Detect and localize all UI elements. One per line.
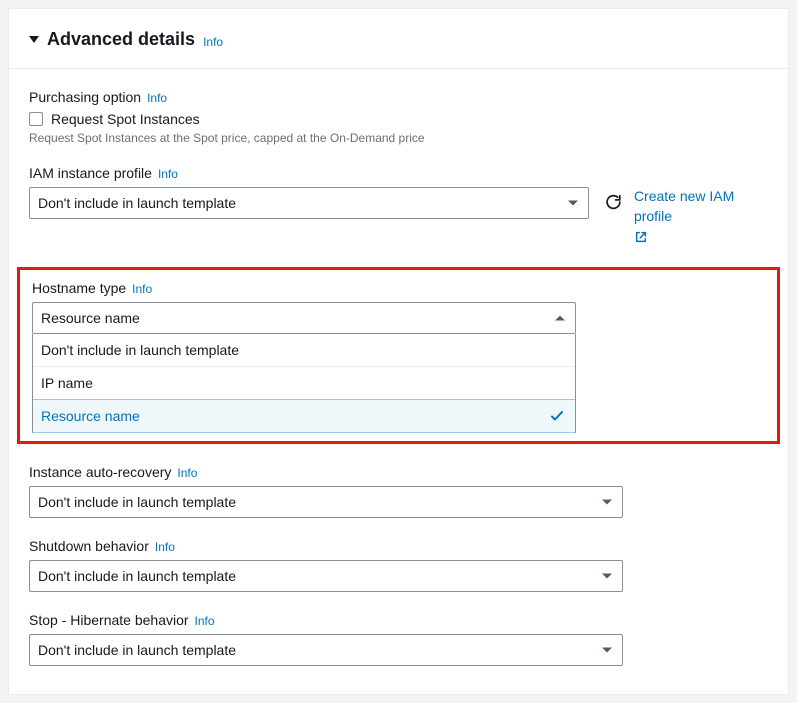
check-icon [549,408,565,424]
hibernate-behavior-label: Stop - Hibernate behavior [29,612,189,628]
auto-recovery-label: Instance auto-recovery [29,464,171,480]
purchasing-option-field: Purchasing option Info Request Spot Inst… [29,89,768,145]
chevron-up-icon [555,316,565,321]
hostname-option-ip-name[interactable]: IP name [33,366,575,399]
chevron-down-icon [602,574,612,579]
shutdown-behavior-select-value: Don't include in launch template [38,568,236,584]
hostname-type-info-link[interactable]: Info [132,282,152,296]
section-info-link[interactable]: Info [203,35,223,49]
hostname-option-resource-name[interactable]: Resource name [33,399,575,433]
iam-profile-field: IAM instance profile Info Don't include … [29,165,768,247]
hostname-option-resource-name-label: Resource name [41,408,140,424]
request-spot-label[interactable]: Request Spot Instances [51,111,200,127]
section-body: Purchasing option Info Request Spot Inst… [9,69,788,694]
shutdown-behavior-field: Shutdown behavior Info Don't include in … [29,538,768,592]
hibernate-behavior-select[interactable]: Don't include in launch template [29,634,623,666]
hostname-option-dont-include[interactable]: Don't include in launch template [33,334,575,366]
auto-recovery-select[interactable]: Don't include in launch template [29,486,623,518]
advanced-details-panel: Advanced details Info Purchasing option … [8,8,789,695]
auto-recovery-info-link[interactable]: Info [177,466,197,480]
external-link-icon [634,230,648,244]
chevron-down-icon [602,648,612,653]
shutdown-behavior-label: Shutdown behavior [29,538,149,554]
auto-recovery-select-value: Don't include in launch template [38,494,236,510]
section-title: Advanced details [47,29,195,50]
hostname-type-select-value: Resource name [41,310,140,326]
hibernate-behavior-info-link[interactable]: Info [195,614,215,628]
collapse-caret-icon[interactable] [29,36,39,43]
shutdown-behavior-select[interactable]: Don't include in launch template [29,560,623,592]
section-header: Advanced details Info [9,9,788,68]
iam-profile-select[interactable]: Don't include in launch template [29,187,589,219]
shutdown-behavior-info-link[interactable]: Info [155,540,175,554]
refresh-icon[interactable] [605,193,622,211]
hostname-type-dropdown: Don't include in launch template IP name… [32,334,576,433]
iam-profile-select-value: Don't include in launch template [38,195,236,211]
auto-recovery-field: Instance auto-recovery Info Don't includ… [29,464,768,518]
iam-profile-info-link[interactable]: Info [158,167,178,181]
request-spot-checkbox[interactable] [29,112,43,126]
iam-profile-label: IAM instance profile [29,165,152,181]
purchasing-option-label: Purchasing option [29,89,141,105]
chevron-down-icon [602,500,612,505]
purchasing-helper-text: Request Spot Instances at the Spot price… [29,131,768,145]
chevron-down-icon [568,201,578,206]
hostname-type-label: Hostname type [32,280,126,296]
hostname-type-select[interactable]: Resource name [32,302,576,334]
create-iam-profile-link[interactable]: Create new IAM profile [634,187,768,226]
iam-side-actions: Create new IAM profile [605,187,768,247]
purchasing-option-info-link[interactable]: Info [147,91,167,105]
hibernate-behavior-select-value: Don't include in launch template [38,642,236,658]
hibernate-behavior-field: Stop - Hibernate behavior Info Don't inc… [29,612,768,666]
hostname-highlight-box: Hostname type Info Resource name Don't i… [17,267,780,444]
